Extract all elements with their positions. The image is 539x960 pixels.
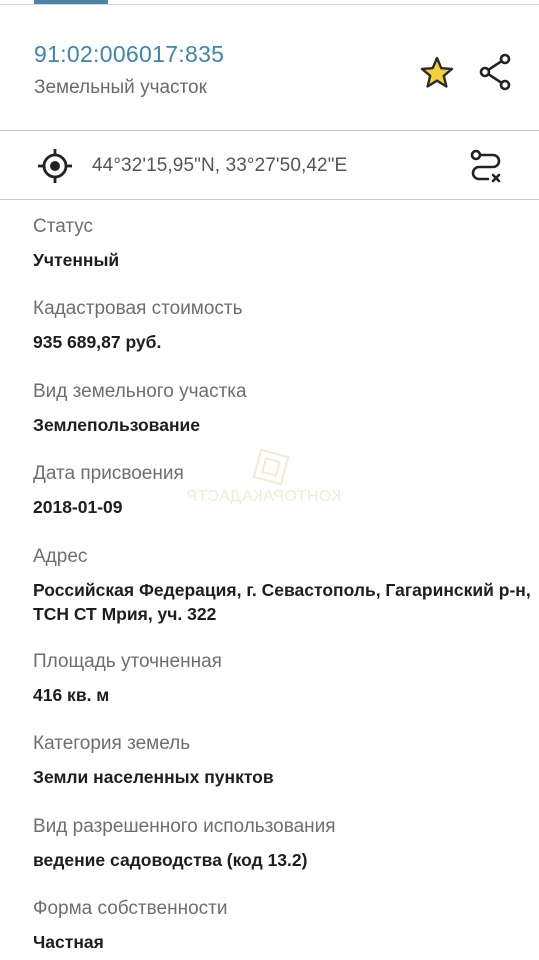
field-label-status: Статус	[33, 216, 94, 237]
field-value-land-type: Землепользование	[33, 415, 201, 435]
favorite-button[interactable]	[416, 52, 458, 94]
field-value-cadastral-value: 935 689,87 руб.	[33, 332, 162, 352]
locate-button[interactable]	[36, 147, 74, 185]
share-button[interactable]	[476, 51, 518, 93]
coordinates-row: 44°32'15,95"N, 33°27'50,42"E	[0, 131, 539, 199]
field-value-area: 416 кв. м	[33, 685, 110, 705]
object-type: Земельный участок	[34, 77, 207, 98]
field-value-status: Учтенный	[33, 250, 120, 270]
field-label-land-type: Вид земельного участка	[33, 381, 247, 402]
field-label-ownership: Форма собственности	[33, 898, 228, 919]
coordinates-divider	[0, 199, 539, 200]
route-button[interactable]	[466, 147, 506, 187]
field-value-ownership: Частная	[33, 932, 104, 952]
object-header: 91:02:006017:835 Земельный участок	[0, 5, 539, 130]
field-value-land-category: Земли населенных пунктов	[33, 767, 274, 787]
field-label-assignment-date: Дата присвоения	[33, 463, 184, 484]
field-value-assignment-date: 2018-01-09	[33, 497, 123, 517]
star-icon	[420, 56, 454, 88]
field-label-land-category: Категория земель	[33, 733, 191, 754]
coordinates-text: 44°32'15,95"N, 33°27'50,42"E	[92, 155, 348, 176]
field-label-address: Адрес	[33, 546, 88, 567]
field-value-address: Российская Федерация, г. Севастополь, Га…	[33, 580, 531, 624]
share-icon	[479, 53, 511, 91]
route-icon	[470, 149, 501, 183]
watermark-logo-icon	[252, 448, 290, 486]
field-label-permitted-use: Вид разрешенного использования	[33, 816, 336, 837]
crosshair-icon	[38, 149, 72, 183]
field-value-permitted-use: ведение садоводства (код 13.2)	[33, 850, 308, 870]
cadastral-number: 91:02:006017:835	[34, 41, 225, 67]
field-label-cadastral-value: Кадастровая стоимость	[33, 298, 243, 319]
field-label-area: Площадь уточненная	[33, 651, 222, 672]
